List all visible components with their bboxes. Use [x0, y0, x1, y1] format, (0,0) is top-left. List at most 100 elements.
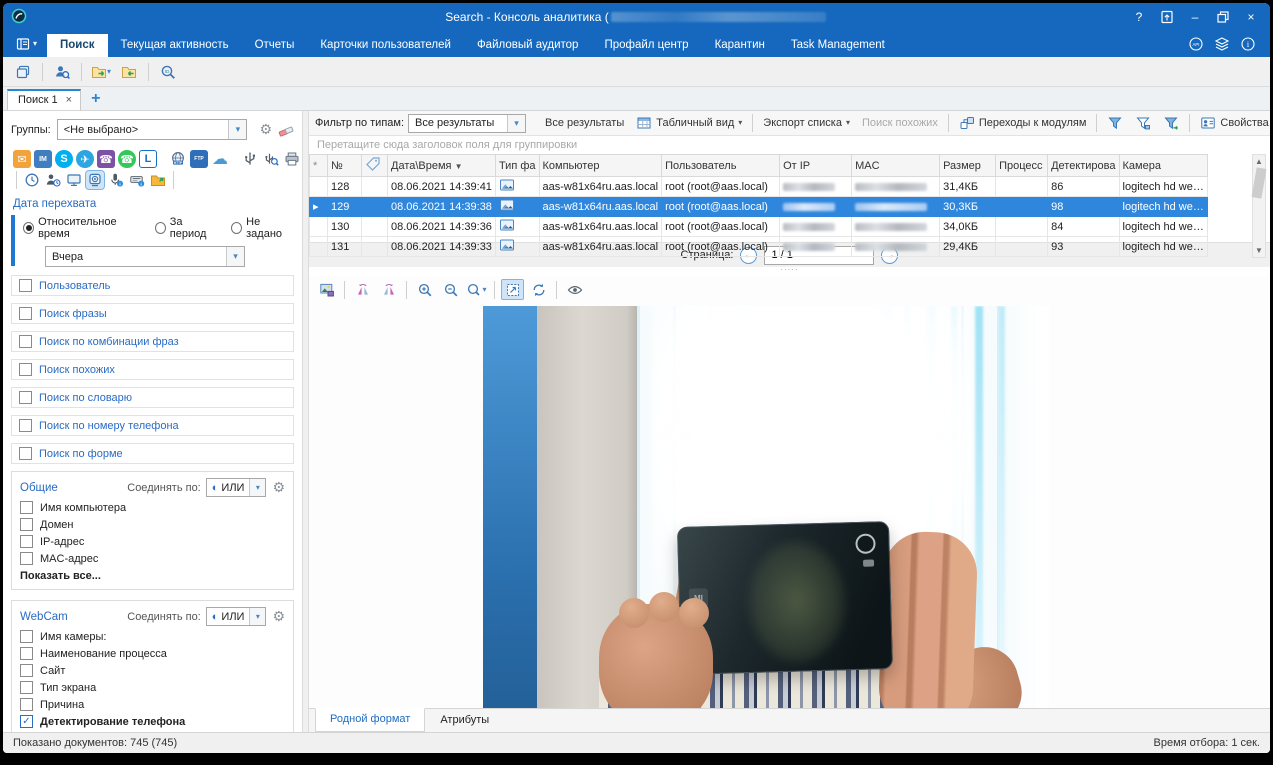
- checkbox-icon[interactable]: [20, 552, 33, 565]
- checkbox-icon[interactable]: [20, 647, 33, 660]
- main-menu-button[interactable]: ▾: [9, 32, 43, 55]
- col-datetime[interactable]: Дата\Время ▼: [388, 155, 496, 177]
- general-settings-icon[interactable]: ⚙: [272, 479, 285, 496]
- col-num[interactable]: №: [328, 155, 362, 177]
- menu-tab-отчеты[interactable]: Отчеты: [242, 34, 308, 57]
- scroll-up-icon[interactable]: ▲: [1253, 155, 1265, 168]
- export-folder-icon[interactable]: ▾: [89, 61, 113, 83]
- general-item-имя-компьютера[interactable]: Имя компьютера: [20, 501, 285, 514]
- checkbox-icon[interactable]: [20, 698, 33, 711]
- general-item-ip-адрес[interactable]: IP-адрес: [20, 535, 285, 548]
- checkbox-icon[interactable]: ✓: [20, 715, 33, 728]
- action-все-результаты[interactable]: Все результаты: [540, 115, 629, 131]
- webcam-icon[interactable]: [86, 171, 104, 189]
- filter-apply-icon[interactable]: [1102, 113, 1128, 133]
- lync-icon[interactable]: L: [139, 150, 157, 168]
- telegram-icon[interactable]: ✈: [76, 150, 94, 168]
- monitor-icon[interactable]: [65, 171, 83, 189]
- zoom-level-icon[interactable]: ▾: [465, 279, 488, 300]
- menu-tab-task-management[interactable]: Task Management: [778, 34, 898, 57]
- usb-icon[interactable]: [241, 150, 259, 168]
- table-row[interactable]: 13008.06.2021 14:39:36aas-w81x64ru.aas.l…: [310, 217, 1208, 237]
- viber-icon[interactable]: ☎: [97, 150, 115, 168]
- menu-tab-карточки-пользователей[interactable]: Карточки пользователей: [307, 34, 464, 57]
- table-row[interactable]: 13108.06.2021 14:39:33aas-w81x64ru.aas.l…: [310, 237, 1208, 257]
- zoom-out-icon[interactable]: [439, 279, 462, 300]
- zoom-in-icon[interactable]: [413, 279, 436, 300]
- modules-stack-icon[interactable]: [1214, 36, 1230, 52]
- webcam-item-тип-экрана[interactable]: Тип экрана: [20, 681, 285, 694]
- col-filetype[interactable]: Тип фа: [495, 155, 539, 177]
- groups-select[interactable]: <Не выбрано> ▾: [57, 119, 248, 140]
- eraser-icon[interactable]: [278, 122, 294, 138]
- col-mac[interactable]: MAC: [852, 155, 940, 177]
- menu-tab-карантин[interactable]: Карантин: [702, 34, 778, 57]
- radio-не-задано[interactable]: Не задано: [231, 216, 294, 240]
- table-row[interactable]: ▸12908.06.2021 14:39:38aas-w81x64ru.aas.…: [310, 197, 1208, 217]
- checkbox-icon[interactable]: [19, 307, 32, 320]
- sync-view-icon[interactable]: [527, 279, 550, 300]
- preview-tab-родной-формат[interactable]: Родной формат: [315, 708, 425, 732]
- groups-settings-icon[interactable]: ⚙: [259, 121, 272, 138]
- table-scrollbar[interactable]: ▲ ▼: [1252, 154, 1266, 258]
- join-operator-select[interactable]: ◐ИЛИ ▾: [206, 607, 267, 626]
- close-tab-icon[interactable]: ×: [66, 94, 72, 106]
- filter-edit-icon[interactable]: [1158, 113, 1184, 133]
- import-folder-icon[interactable]: [117, 61, 141, 83]
- checkbox-icon[interactable]: [19, 335, 32, 348]
- search-item-поиск-по-форме[interactable]: Поиск по форме: [11, 443, 294, 464]
- action-экспорт-списка[interactable]: Экспорт списка▾: [758, 115, 855, 131]
- join-operator-select[interactable]: ◐ИЛИ ▾: [206, 478, 267, 497]
- checkbox-icon[interactable]: [20, 630, 33, 643]
- action-табличный-вид[interactable]: Табличный вид▾: [631, 113, 747, 133]
- user-activity-icon[interactable]: [44, 171, 62, 189]
- checkbox-icon[interactable]: [20, 535, 33, 548]
- pin-panel-button[interactable]: [1154, 7, 1180, 27]
- close-button[interactable]: ×: [1238, 7, 1264, 27]
- search-item-поиск-по-словарю[interactable]: Поиск по словарю: [11, 387, 294, 408]
- device-audit-icon[interactable]: i: [128, 171, 146, 189]
- search-item-поиск-по-комбинации-фраз[interactable]: Поиск по комбинации фраз: [11, 331, 294, 352]
- email-icon[interactable]: ✉: [13, 150, 31, 168]
- col-size[interactable]: Размер: [940, 155, 996, 177]
- col-from-ip[interactable]: От IP: [780, 155, 852, 177]
- filter-clear-icon[interactable]: [1130, 113, 1156, 133]
- webcam-item-наименование-процесса[interactable]: Наименование процесса: [20, 647, 285, 660]
- user-search-icon[interactable]: [50, 61, 74, 83]
- filter-by-type-select[interactable]: Все результаты ▾: [408, 114, 526, 133]
- horizontal-splitter-handle[interactable]: ·····: [309, 267, 1270, 276]
- checkbox-icon[interactable]: [19, 363, 32, 376]
- checkbox-icon[interactable]: [19, 419, 32, 432]
- checkbox-icon[interactable]: [20, 501, 33, 514]
- rotate-left-icon[interactable]: [351, 279, 374, 300]
- action-свойства-пользо-[interactable]: Свойства пользо...: [1195, 113, 1270, 133]
- menu-tab-профайл-центр[interactable]: Профайл центр: [591, 34, 701, 57]
- col-detected[interactable]: Детектирова: [1048, 155, 1119, 177]
- http-icon[interactable]: HTTP: [169, 150, 187, 168]
- search-item-поиск-фразы[interactable]: Поиск фразы: [11, 303, 294, 324]
- column-marker[interactable]: *: [310, 155, 328, 177]
- col-tag-icon[interactable]: [362, 155, 388, 177]
- action-переходы-к-модулям[interactable]: Переходы к модулям: [954, 113, 1092, 133]
- preview-eye-icon[interactable]: [563, 279, 586, 300]
- whatsapp-icon[interactable]: ☎: [118, 150, 136, 168]
- show-all-link[interactable]: Показать все...: [20, 570, 285, 582]
- preview-tab-атрибуты[interactable]: Атрибуты: [425, 709, 504, 732]
- table-row[interactable]: 12808.06.2021 14:39:41aas-w81x64ru.aas.l…: [310, 177, 1208, 197]
- restore-button[interactable]: [1210, 7, 1236, 27]
- scrollbar-thumb[interactable]: [1251, 167, 1266, 198]
- api-icon[interactable]: API: [1188, 36, 1204, 52]
- rotate-right-icon[interactable]: [377, 279, 400, 300]
- sidebar-splitter[interactable]: [302, 111, 309, 732]
- col-camera[interactable]: Камера: [1119, 155, 1207, 177]
- history-clock-icon[interactable]: [23, 171, 41, 189]
- add-tab-button[interactable]: +: [81, 90, 110, 110]
- menu-tab-поиск[interactable]: Поиск: [47, 34, 108, 57]
- folder-transfer-icon[interactable]: [149, 171, 167, 189]
- microphone-icon[interactable]: i: [107, 171, 125, 189]
- general-item-mac-адрес[interactable]: MAC-адрес: [20, 552, 285, 565]
- help-button[interactable]: ?: [1126, 7, 1152, 27]
- general-item-домен[interactable]: Домен: [20, 518, 285, 531]
- tab-search-1[interactable]: Поиск 1 ×: [7, 89, 81, 110]
- checkbox-icon[interactable]: [19, 279, 32, 292]
